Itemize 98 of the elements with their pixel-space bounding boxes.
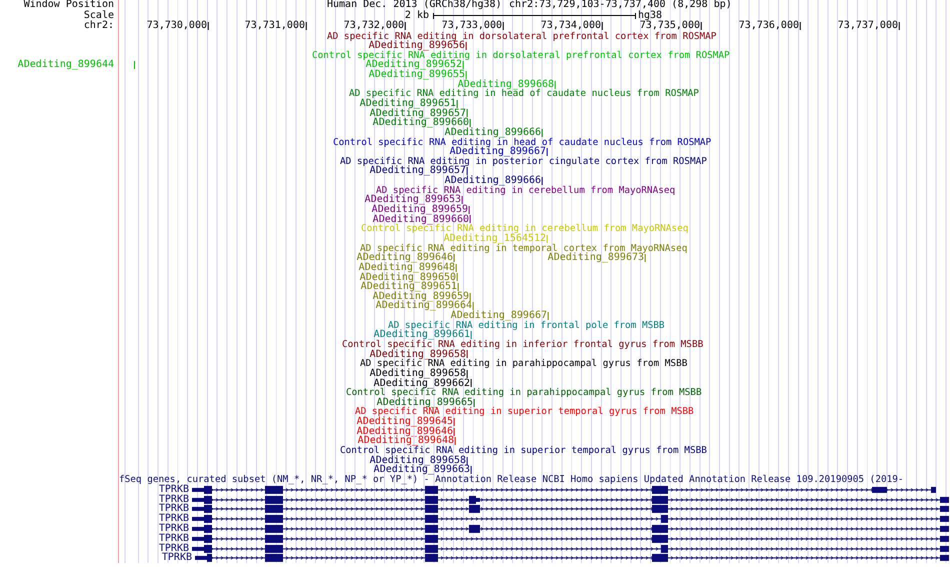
track-title: Control specific RNA editing in cerebellum from MayoRNAseq	[361, 224, 688, 234]
feature-label[interactable]: ADediting_899673	[548, 253, 644, 263]
feature-label[interactable]: ADediting_899660	[372, 118, 469, 128]
feature-tick	[467, 370, 468, 378]
feature-tick	[134, 61, 135, 70]
feature-label[interactable]: ADediting_899658	[370, 368, 466, 379]
track-title: fSeq genes, curated subset (NM_*, NR_*, NP_* or YP_*) - Annotation Release NCBI Homo sapiens Updated Annotation Release 109.20190905 (2019-	[119, 474, 904, 485]
ruler-tick-label: 73,731,000	[244, 21, 305, 32]
gene-label[interactable]: TPRKB	[158, 504, 189, 514]
ruler-tick	[306, 22, 307, 30]
ruler-tick-label: 73,736,000	[738, 21, 799, 32]
scale-assembly: hg38	[638, 10, 662, 20]
feature-label[interactable]: ADediting_899667	[450, 147, 546, 157]
feature-tick	[457, 100, 458, 108]
track-title: Control specific RNA editing in superior temporal gyrus from MSBB	[340, 446, 707, 456]
feature-tick	[645, 254, 646, 262]
ruler-tick	[405, 22, 406, 30]
feature-label[interactable]: ADediting_899659	[372, 205, 468, 215]
feature-tick	[471, 379, 472, 388]
feature-tick	[454, 418, 455, 426]
feature-tick	[462, 196, 463, 204]
ruler-tick	[503, 22, 504, 30]
feature-tick	[471, 466, 472, 474]
gene-label[interactable]: TPRKB	[158, 524, 189, 534]
feature-tick	[467, 350, 468, 358]
track-title: AD specific RNA editing in temporal cortex from MayoRNAseq	[360, 244, 688, 254]
track-title: Control specific RNA editing in parahippocampal gyrus from MSBB	[346, 388, 702, 398]
feature-label[interactable]: ADediting_899661	[374, 330, 470, 340]
feature-tick	[542, 176, 543, 185]
feature-label[interactable]: ADediting_899664	[376, 301, 472, 312]
ruler-tick	[899, 22, 900, 30]
track-title: Control specific RNA editing in inferior frontal gyrus from MSBB	[342, 340, 704, 350]
ruler-tick-label: 73,737,000	[838, 21, 898, 32]
feature-tick	[463, 61, 464, 70]
feature-tick	[467, 456, 468, 464]
feature-tick	[555, 80, 556, 89]
track-title: AD specific RNA editing in frontal pole from MSBB	[388, 320, 665, 330]
track-title: AD specific RNA editing in dorsolateral prefrontal cortex from ROSMAP	[327, 32, 716, 42]
gene-label[interactable]: TPRKB	[158, 494, 189, 504]
feature-tick	[467, 167, 468, 176]
feature-label[interactable]: ADediting_899658	[370, 456, 466, 466]
feature-label[interactable]: ADediting_899660	[372, 214, 469, 224]
feature-tick	[470, 119, 471, 128]
gene-label[interactable]: TPRKB	[158, 544, 189, 554]
feature-tick	[542, 128, 543, 137]
feature-label[interactable]: ADediting_899646	[356, 426, 453, 436]
ruler-tick-label: 73,732,000	[344, 21, 404, 32]
track-title: Control specific RNA editing in head of caudate nucleus from ROSMAP	[333, 138, 712, 148]
ruler-tick-label: 73,733,000	[442, 21, 502, 32]
gene-label[interactable]: TPRKB	[162, 553, 192, 564]
feature-tick	[547, 234, 548, 243]
feature-label[interactable]: ADediting_899666	[444, 176, 541, 186]
ruler-tick-label: 73,730,000	[146, 21, 207, 32]
track-title: AD specific RNA editing in superior temporal gyrus from MSBB	[355, 407, 694, 418]
ruler-tick	[602, 22, 603, 30]
track-title: AD specific RNA editing in parahippocampal gyrus from MSBB	[360, 359, 688, 369]
feature-label[interactable]: ADediting_899666	[444, 128, 541, 138]
feature-label[interactable]: ADediting_899659	[372, 292, 469, 302]
feature-label[interactable]: ADediting_899651	[360, 282, 457, 292]
scale-size: 2 kb	[404, 10, 429, 21]
feature-tick	[471, 331, 472, 340]
feature-label[interactable]: ADediting_899653	[364, 195, 461, 206]
feature-tick	[474, 398, 475, 407]
feature-tick	[548, 312, 549, 320]
feature-tick	[466, 70, 467, 79]
feature-label[interactable]: ADediting_899645	[356, 417, 453, 427]
feature-label[interactable]: ADediting_899648	[358, 436, 454, 446]
ruler-tick	[701, 22, 702, 30]
track-title: AD specific RNA editing in cerebellum from MayoRNAseq	[376, 186, 676, 196]
feature-tick	[473, 302, 474, 310]
feature-tick	[470, 292, 471, 301]
feature-label[interactable]: ADediting_899651	[360, 98, 456, 109]
feature-label[interactable]: ADediting_899650	[360, 272, 456, 282]
feature-label[interactable]: ADediting_899648	[358, 262, 455, 273]
feature-label[interactable]: ADediting_899658	[370, 350, 466, 360]
feature-label[interactable]: ADediting_899662	[374, 378, 470, 388]
feature-tick	[466, 42, 467, 50]
chromosome-label: chr2:	[84, 21, 114, 32]
track-title: AD specific RNA editing in posterior cingulate cortex from ROSMAP	[340, 156, 707, 166]
feature-label[interactable]: ADediting_899667	[450, 311, 547, 321]
feature-label[interactable]: ADediting_899646	[356, 253, 453, 263]
ruler-tick-label: 73,735,000	[640, 21, 700, 32]
feature-label[interactable]: ADediting_899665	[376, 398, 473, 408]
feature-label[interactable]: ADediting_899657	[370, 166, 466, 176]
feature-label[interactable]: ADediting_899656	[368, 41, 465, 51]
feature-label[interactable]: ADediting_899663	[374, 465, 470, 475]
track-title: Control specific RNA editing in dorsolateral prefrontal cortex from ROSMAP	[312, 50, 730, 60]
gene-label[interactable]: TPRKB	[158, 534, 189, 544]
feature-tick	[547, 148, 548, 156]
scale-label: Scale	[84, 10, 114, 20]
track-title: AD specific RNA editing in head of caudate nucleus from ROSMAP	[349, 89, 699, 99]
feature-tick	[467, 109, 468, 118]
gene-label[interactable]: TPRKB	[158, 484, 189, 495]
gene-label[interactable]: TPRKB	[158, 514, 189, 524]
ruler-tick-label: 73,734,000	[540, 21, 601, 32]
ruler-tick	[800, 22, 801, 30]
ruler-tick	[208, 22, 209, 30]
feature-label[interactable]: ADediting_899657	[370, 108, 466, 118]
